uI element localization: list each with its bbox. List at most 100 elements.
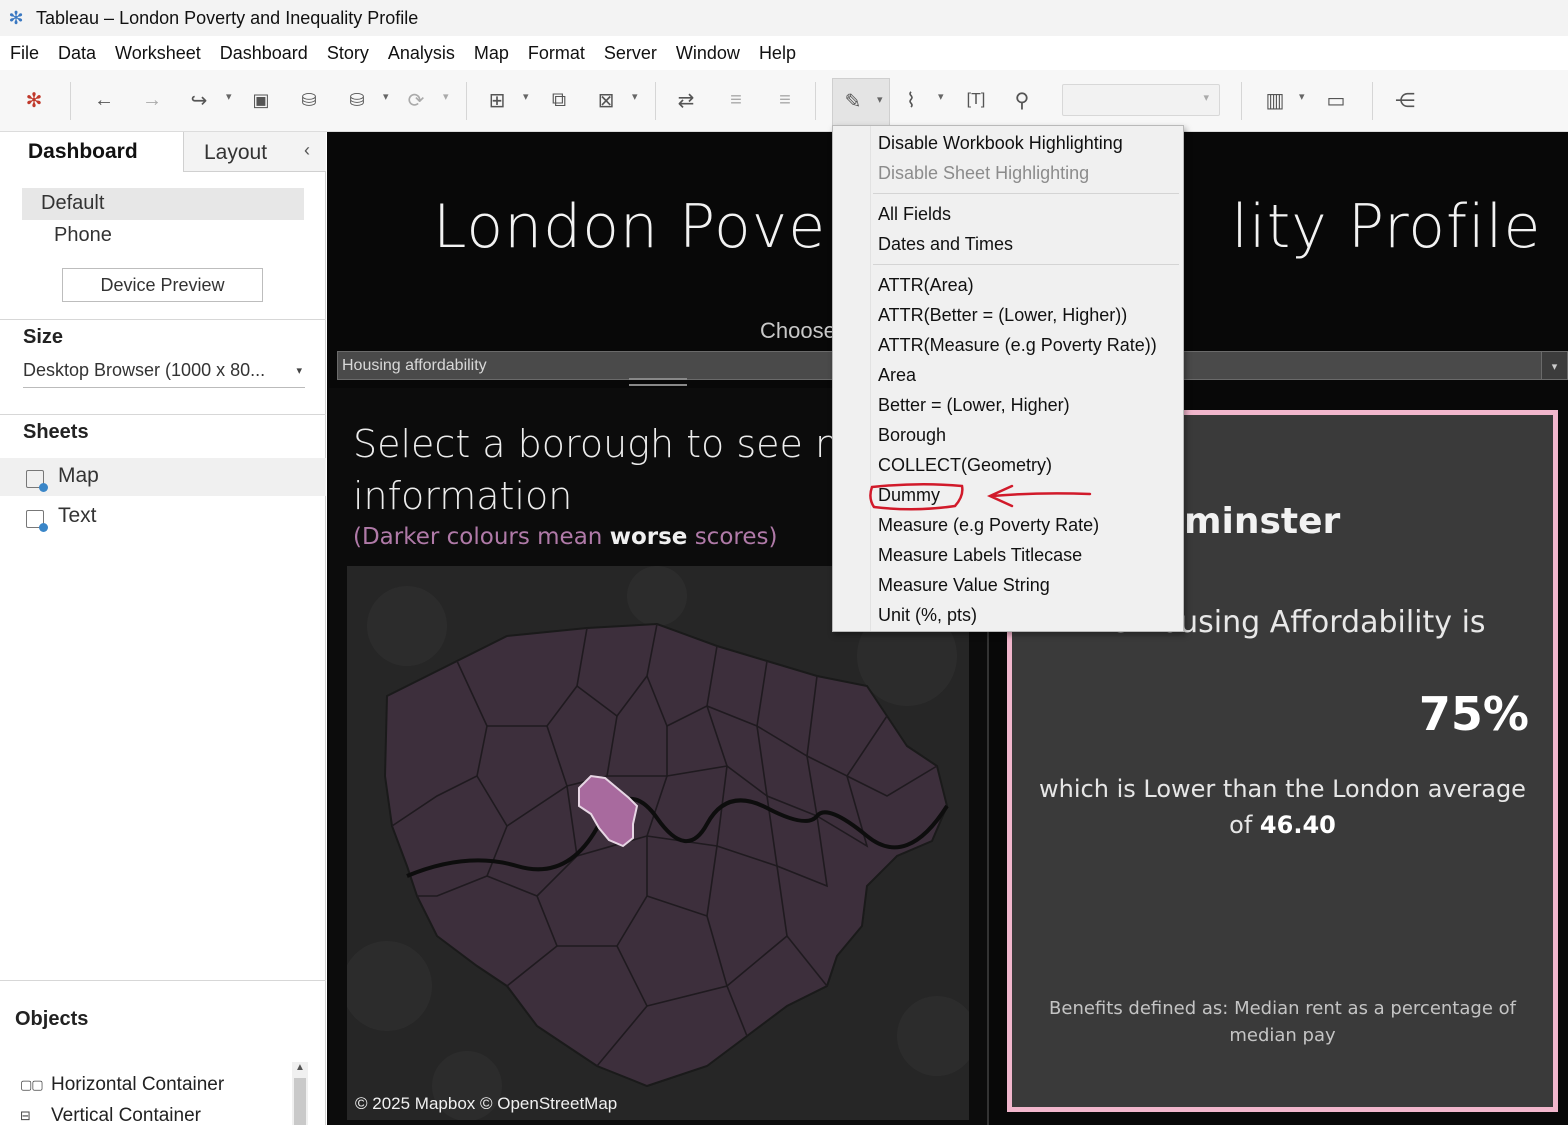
menu-analysis[interactable]: Analysis	[388, 43, 455, 64]
menu-item-disable-sheet-highlighting: Disable Sheet Highlighting	[878, 163, 1090, 183]
highlight-dropdown-icon[interactable]: ▾	[877, 93, 883, 106]
menu-item-unit[interactable]: Unit (%, pts)	[878, 605, 977, 626]
highlight-dropdown-menu: Disable Workbook Highlighting Disable Sh…	[832, 125, 1184, 632]
hint-bold: worse	[609, 524, 688, 550]
objects-heading: Objects	[15, 1008, 89, 1030]
left-panel: Dashboard Layout ‹ Default Phone Device …	[0, 132, 326, 1125]
size-heading: Size	[23, 326, 64, 348]
save-icon[interactable]: ▣	[247, 86, 275, 114]
clear-sheet-icon[interactable]: ⊠	[592, 86, 620, 114]
london-map[interactable]: © 2025 Mapbox © OpenStreetMap	[347, 566, 969, 1120]
device-default[interactable]: Default	[22, 188, 304, 220]
new-worksheet-icon[interactable]: ⊞	[483, 86, 511, 114]
menu-server[interactable]: Server	[604, 43, 657, 64]
toolbar-separator	[1241, 82, 1242, 120]
device-preview-button[interactable]: Device Preview	[62, 268, 263, 302]
object-horizontal-container[interactable]: ▢▢ Horizontal Container	[20, 1074, 224, 1096]
menu-format[interactable]: Format	[528, 43, 585, 64]
menu-item-all-fields[interactable]: All Fields	[878, 204, 951, 225]
colour-hint: (Darker colours mean worse scores)	[353, 524, 777, 550]
toolbar: ✻ ← → ↪ ▾ ▣ ⛁ ⛁ ▾ ⟳ ▾ ⊞ ▾ ⧉ ⊠ ▾ ⇄ ≡ ≡ ✎ …	[0, 70, 1568, 132]
menu-item-collect-geometry[interactable]: COLLECT(Geometry)	[878, 455, 1052, 476]
redo-icon[interactable]: →	[138, 86, 166, 114]
menu-help[interactable]: Help	[759, 43, 796, 64]
measure-definition: Benefits defined as: Median rent as a pe…	[1049, 998, 1516, 1046]
highlight-icon[interactable]: ✎	[839, 87, 867, 115]
object-vertical-container[interactable]: ⊟ Vertical Container	[20, 1105, 201, 1125]
menu-map[interactable]: Map	[474, 43, 509, 64]
menu-item-measure-value-string[interactable]: Measure Value String	[878, 575, 1050, 596]
menu-item-measure-labels-titlecase[interactable]: Measure Labels Titlecase	[878, 545, 1082, 566]
sort-ascending-icon[interactable]: ≡	[722, 86, 750, 114]
sheet-label: Text	[58, 504, 97, 527]
toolbar-separator	[815, 82, 816, 120]
tableau-logo-icon[interactable]: ✻	[20, 86, 48, 114]
object-label: Vertical Container	[51, 1105, 201, 1125]
labels-icon[interactable]: [T]	[962, 86, 990, 114]
resize-handle[interactable]	[629, 378, 687, 386]
menu-item-attr-measure[interactable]: ATTR(Measure (e.g Poverty Rate))	[878, 335, 1157, 356]
menu-item-better[interactable]: Better = (Lower, Higher)	[878, 395, 1070, 416]
panel-tabs: Dashboard Layout ‹	[0, 132, 326, 172]
highlight-button-group[interactable]: ✎ ▾	[832, 78, 890, 126]
show-me-icon[interactable]: ▥	[1261, 86, 1289, 114]
replay-icon[interactable]: ↪	[185, 86, 213, 114]
new-worksheet-dropdown-icon[interactable]: ▾	[523, 90, 529, 103]
parameter-value: Housing affordability	[342, 357, 487, 374]
undo-icon[interactable]: ←	[90, 86, 118, 114]
replay-dropdown-icon[interactable]: ▾	[226, 90, 232, 103]
group-dropdown-icon[interactable]: ▾	[938, 90, 944, 103]
menu-item-attr-better[interactable]: ATTR(Better = (Lower, Higher))	[878, 305, 1127, 326]
menu-item-dummy[interactable]: Dummy	[878, 485, 940, 506]
map-svg[interactable]	[347, 566, 969, 1120]
worksheet-icon	[26, 510, 48, 532]
title-bar: ✻ Tableau – London Poverty and Inequalit…	[0, 0, 1568, 36]
refresh-icon[interactable]: ⟳	[402, 86, 430, 114]
duplicate-sheet-icon[interactable]: ⧉	[545, 86, 573, 114]
fit-dropdown[interactable]: ▾	[1062, 84, 1220, 116]
device-phone[interactable]: Phone	[54, 224, 112, 247]
chevron-down-icon[interactable]: ▾	[1541, 351, 1568, 380]
sheet-item-map[interactable]: Map	[0, 458, 326, 496]
menu-item-area[interactable]: Area	[878, 365, 916, 386]
scroll-up-icon[interactable]: ▲	[295, 1062, 305, 1073]
menu-story[interactable]: Story	[327, 43, 369, 64]
swap-icon[interactable]: ⇄	[672, 86, 700, 114]
scrollbar-thumb[interactable]	[294, 1078, 306, 1125]
toolbar-separator	[466, 82, 467, 120]
dashboard-title-right: lity Profile	[1231, 192, 1542, 262]
pin-icon[interactable]: ⚲	[1008, 86, 1036, 114]
menu-separator	[873, 264, 1179, 265]
show-me-dropdown-icon[interactable]: ▾	[1299, 90, 1305, 103]
menu-item-borough[interactable]: Borough	[878, 425, 946, 446]
worksheet-icon	[26, 470, 48, 492]
menu-item-disable-workbook-highlighting[interactable]: Disable Workbook Highlighting	[878, 133, 1123, 154]
comparison-text: which is Lower than the London average o…	[1032, 771, 1533, 843]
menu-data[interactable]: Data	[58, 43, 96, 64]
pause-dropdown-icon[interactable]: ▾	[383, 90, 389, 103]
tab-dashboard[interactable]: Dashboard	[0, 132, 183, 172]
dashboard-title-left: London Povert	[433, 192, 877, 262]
menu-item-measure[interactable]: Measure (e.g Poverty Rate)	[878, 515, 1099, 536]
menu-dashboard[interactable]: Dashboard	[220, 43, 308, 64]
menu-separator	[873, 193, 1179, 194]
share-icon[interactable]: ⋲	[1391, 86, 1419, 114]
refresh-dropdown-icon[interactable]: ▾	[443, 90, 449, 103]
new-datasource-icon[interactable]: ⛁	[295, 86, 323, 114]
pause-updates-icon[interactable]: ⛁	[343, 86, 371, 114]
menu-item-attr-area[interactable]: ATTR(Area)	[878, 275, 974, 296]
menu-item-dates-and-times[interactable]: Dates and Times	[878, 234, 1013, 255]
sort-descending-icon[interactable]: ≡	[771, 86, 799, 114]
sheet-label: Map	[58, 464, 99, 487]
menu-window[interactable]: Window	[676, 43, 740, 64]
size-select[interactable]: Desktop Browser (1000 x 80... ▾	[23, 360, 305, 388]
objects-scrollbar[interactable]: ▲	[292, 1062, 308, 1125]
collapse-panel-icon[interactable]: ‹	[304, 140, 310, 161]
sheet-item-text[interactable]: Text	[0, 498, 326, 536]
menu-file[interactable]: File	[10, 43, 39, 64]
presentation-icon[interactable]: ▭	[1322, 86, 1350, 114]
menu-worksheet[interactable]: Worksheet	[115, 43, 201, 64]
menu-gutter	[833, 126, 871, 631]
group-icon[interactable]: ⌇	[897, 86, 925, 114]
clear-dropdown-icon[interactable]: ▾	[632, 90, 638, 103]
